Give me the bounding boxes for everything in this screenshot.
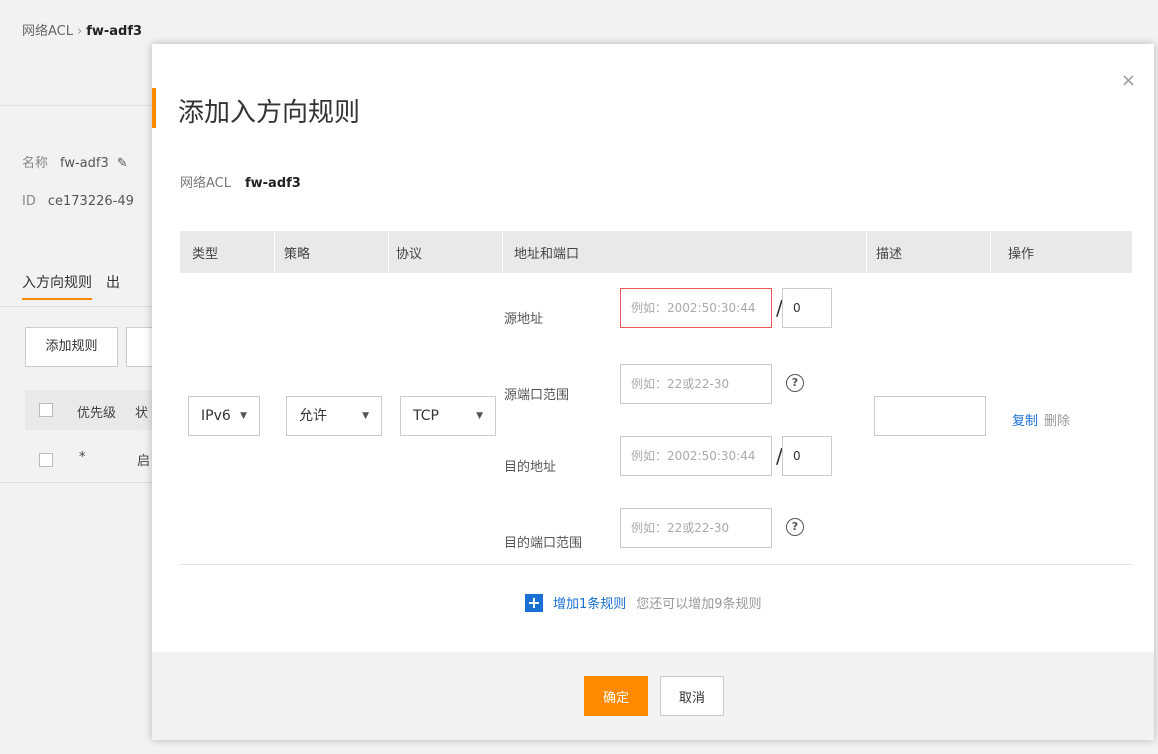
background-table-header: 优先级 状 xyxy=(25,390,165,430)
breadcrumb: 网络ACL › fw-adf3 xyxy=(22,20,142,39)
dst-prefix-input[interactable] xyxy=(782,436,832,476)
acl-info: 网络ACL fw-adf3 xyxy=(180,172,301,191)
name-value: fw-adf3 xyxy=(60,156,109,171)
protocol-select[interactable]: TCP ▼ xyxy=(400,396,496,436)
add-more-rules: + 增加1条规则 您还可以增加9条规则 xyxy=(525,593,762,612)
dst-port-input[interactable] xyxy=(620,508,772,548)
dialog-title: 添加入方向规则 xyxy=(178,98,361,128)
column-divider xyxy=(274,231,275,273)
id-value: ce173226-49 xyxy=(47,194,134,209)
src-addr-input[interactable] xyxy=(620,288,772,328)
rule-row-divider xyxy=(180,564,1132,565)
caret-down-icon: ▼ xyxy=(362,411,369,421)
header-priority: 优先级 xyxy=(77,406,117,421)
dst-addr-input[interactable] xyxy=(620,436,772,476)
copy-rule-link[interactable]: 复制 xyxy=(1012,410,1038,429)
acl-value: fw-adf3 xyxy=(245,176,301,191)
dst-addr-label: 目的地址 xyxy=(504,460,557,475)
dst-port-label: 目的端口范围 xyxy=(504,536,583,551)
select-all-checkbox[interactable] xyxy=(39,403,53,417)
tab-divider xyxy=(0,306,160,307)
breadcrumb-separator: › xyxy=(77,24,83,39)
acl-label: 网络ACL xyxy=(180,176,231,191)
row-status: 启 xyxy=(137,454,151,469)
policy-select[interactable]: 允许 ▼ xyxy=(286,396,382,436)
column-divider xyxy=(502,231,503,273)
close-icon[interactable]: × xyxy=(1121,70,1136,91)
breadcrumb-parent[interactable]: 网络ACL xyxy=(22,24,73,39)
name-field: 名称 fw-adf3 ✎ xyxy=(22,152,128,171)
description-input[interactable] xyxy=(874,396,986,436)
header-policy: 策略 xyxy=(284,247,311,262)
name-label: 名称 xyxy=(22,156,49,171)
row-priority: * xyxy=(79,450,86,465)
policy-value: 允许 xyxy=(299,408,327,424)
type-select[interactable]: IPv6 ▼ xyxy=(188,396,260,436)
header-addr-port: 地址和端口 xyxy=(514,247,580,262)
question-circle-icon[interactable]: ? xyxy=(786,374,804,392)
src-prefix-input[interactable] xyxy=(782,288,832,328)
tab-outbound[interactable]: 出 xyxy=(106,272,120,298)
pencil-icon[interactable]: ✎ xyxy=(117,156,128,171)
remaining-rules-hint: 您还可以增加9条规则 xyxy=(636,597,762,612)
column-divider xyxy=(388,231,389,273)
breadcrumb-current: fw-adf3 xyxy=(86,24,143,39)
header-protocol: 协议 xyxy=(396,247,423,262)
row-checkbox[interactable] xyxy=(39,453,53,467)
question-circle-icon[interactable]: ? xyxy=(786,518,804,536)
add-rule-button[interactable]: 添加规则 xyxy=(25,327,118,367)
src-port-input[interactable] xyxy=(620,364,772,404)
dialog-footer: 确定 取消 xyxy=(152,652,1154,740)
id-field: ID ce173226-49 xyxy=(22,194,134,209)
title-accent-bar xyxy=(152,88,156,128)
add-inbound-rule-dialog: 添加入方向规则 × 网络ACL fw-adf3 类型 策略 协议 地址和端口 描述… xyxy=(152,44,1154,740)
column-divider xyxy=(990,231,991,273)
tab-inbound[interactable]: 入方向规则 xyxy=(22,272,92,300)
cancel-button[interactable]: 取消 xyxy=(660,676,724,716)
header-status: 状 xyxy=(135,406,149,421)
caret-down-icon: ▼ xyxy=(476,411,483,421)
table-row: * 启 xyxy=(25,440,165,480)
type-value: IPv6 xyxy=(201,408,231,424)
column-divider xyxy=(866,231,867,273)
protocol-value: TCP xyxy=(413,408,439,424)
src-port-label: 源端口范围 xyxy=(504,388,570,403)
header-desc: 描述 xyxy=(876,247,903,262)
header-divider xyxy=(0,105,160,106)
add-one-rule-link[interactable]: 增加1条规则 xyxy=(553,597,626,612)
rule-table-header: 类型 策略 协议 地址和端口 描述 操作 xyxy=(180,231,1132,273)
plus-icon[interactable]: + xyxy=(525,593,543,612)
row-divider xyxy=(0,482,160,483)
rule-tabs: 入方向规则出 xyxy=(22,272,134,300)
id-label: ID xyxy=(22,194,36,209)
header-op: 操作 xyxy=(1008,247,1035,262)
header-type: 类型 xyxy=(192,247,219,262)
delete-rule-link[interactable]: 删除 xyxy=(1044,410,1070,429)
src-addr-label: 源地址 xyxy=(504,312,544,327)
confirm-button[interactable]: 确定 xyxy=(584,676,648,716)
caret-down-icon: ▼ xyxy=(240,411,247,421)
